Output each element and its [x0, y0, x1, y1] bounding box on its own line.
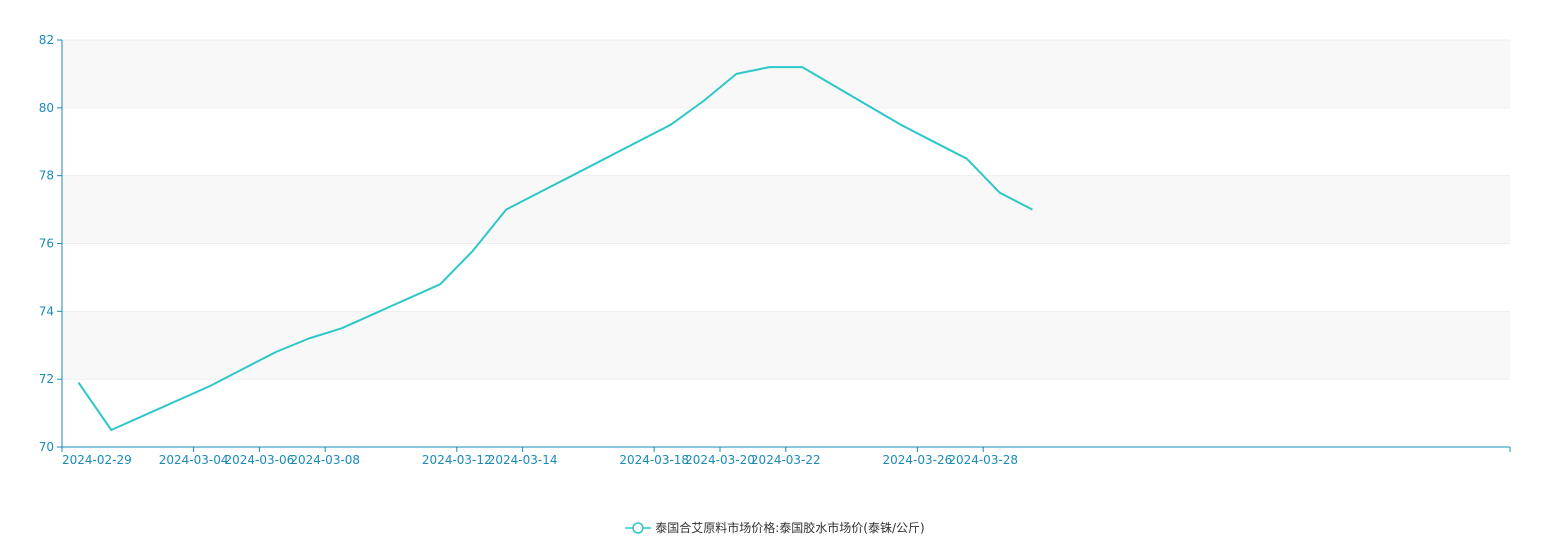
- x-tick-label: 2024-03-14: [488, 453, 558, 467]
- legend-marker-icon: [625, 521, 652, 534]
- legend-label: 泰国合艾原料市场价格:泰国胶水市场价(泰铢/公斤): [655, 521, 925, 535]
- grid-band: [62, 311, 1510, 380]
- x-tick-label: 2024-03-08: [290, 453, 360, 467]
- x-tick-label: 2024-03-18: [619, 453, 689, 467]
- y-tick-label: 80: [39, 101, 54, 115]
- x-tick-label: 2024-03-22: [751, 453, 821, 467]
- y-tick-label: 72: [39, 372, 54, 386]
- x-tick-label: 2024-03-06: [225, 453, 295, 467]
- grid-band: [62, 40, 1510, 108]
- x-tick-label: 2024-03-28: [948, 453, 1018, 467]
- y-tick-label: 78: [39, 169, 54, 183]
- grid-band: [62, 175, 1510, 244]
- grid-bands: [62, 40, 1510, 380]
- line-chart: 70727476788082 2024-02-29 2024-03-042024-…: [39, 33, 1511, 467]
- y-tick-label: 82: [39, 33, 54, 47]
- x-tick-label: 2024-03-04: [159, 453, 229, 467]
- x-tick-label: 2024-03-20: [685, 453, 755, 467]
- legend[interactable]: 泰国合艾原料市场价格:泰国胶水市场价(泰铢/公斤): [0, 519, 1550, 536]
- x-tick-label: 2024-03-26: [883, 453, 953, 467]
- y-tick-label: 74: [39, 304, 54, 318]
- x-axis: 2024-02-29 2024-03-042024-03-062024-03-08…: [61, 446, 1511, 467]
- x-tick-label: 2024-03-12: [422, 453, 492, 467]
- y-tick-label: 76: [39, 237, 54, 251]
- y-tick-label: 70: [39, 440, 54, 454]
- y-axis: 70 72 74 76 78 80 82: [39, 33, 63, 454]
- x-tick-label: 2024-02-29: [62, 453, 132, 467]
